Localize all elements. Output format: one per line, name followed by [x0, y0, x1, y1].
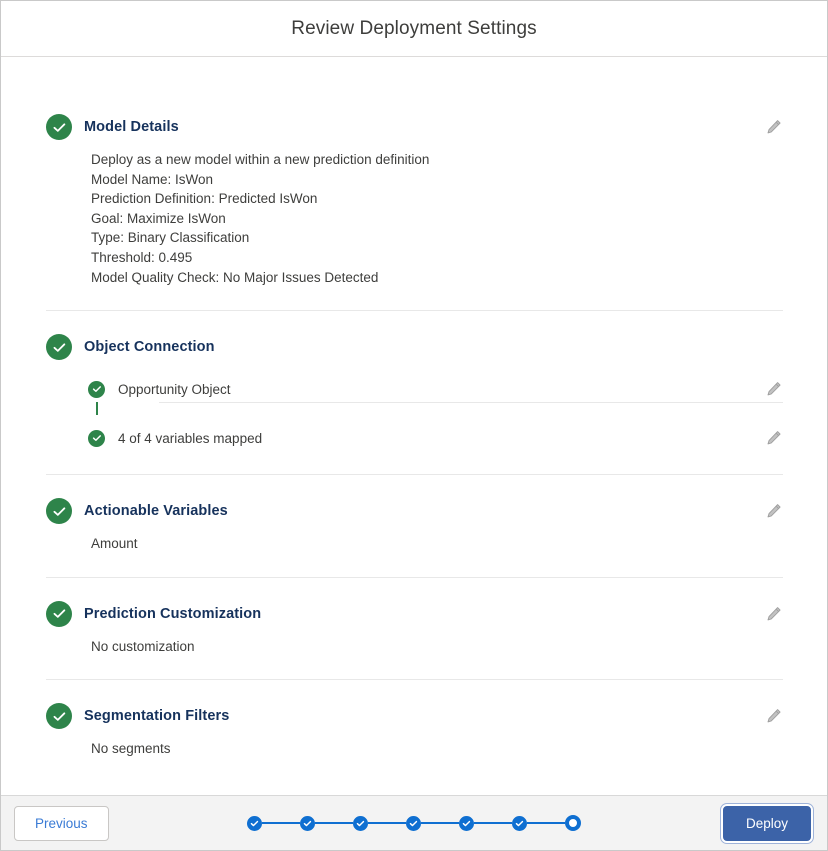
subitem-opportunity-object[interactable]: Opportunity Object — [88, 376, 783, 402]
wizard-stepper — [247, 815, 581, 831]
detail-line: Deploy as a new model within a new predi… — [91, 152, 430, 167]
section-header-object-connection: Object Connection — [46, 334, 783, 361]
detail-line: Model Quality Check: No Major Issues Det… — [91, 269, 379, 285]
subitem-variables-mapped[interactable]: 4 of 4 variables mapped — [88, 425, 783, 451]
pencil-icon[interactable] — [765, 118, 783, 136]
section-body-model-details: Deploy as a new model within a new predi… — [91, 150, 783, 287]
section-body-segmentation-filters: No segments — [91, 739, 783, 759]
pencil-icon[interactable] — [765, 429, 783, 447]
section-object-connection: Object Connection Opportunity Object 4 o… — [46, 310, 783, 474]
section-prediction-customization: Prediction Customization No customizatio… — [46, 576, 783, 680]
subitem-connector-row — [88, 402, 783, 425]
page-title: Review Deployment Settings — [291, 17, 537, 39]
pencil-icon[interactable] — [765, 380, 783, 398]
section-header-prediction-customization: Prediction Customization — [46, 600, 783, 627]
section-actionable-variables: Actionable Variables Amount — [46, 474, 783, 577]
detail-line: Threshold: 0.495 — [91, 249, 193, 265]
check-circle-icon — [46, 114, 72, 140]
step-connector — [421, 821, 459, 825]
pencil-icon[interactable] — [765, 502, 783, 520]
section-model-details: Model Details Deploy as a new model with… — [46, 114, 783, 310]
check-circle-icon — [46, 600, 72, 627]
footer-bar: Previous Deploy — [1, 795, 827, 850]
subitem-label: Opportunity Object — [118, 381, 231, 397]
section-body-prediction-customization: No customization — [91, 637, 783, 657]
detail-line: Amount — [91, 536, 138, 552]
step-indicator-5[interactable] — [459, 815, 474, 831]
step-indicator-6[interactable] — [512, 815, 527, 831]
section-title: Model Details — [84, 119, 179, 135]
detail-line: Prediction Definition: Predicted IsWon — [91, 191, 318, 207]
step-connector — [474, 821, 512, 825]
sections-list: Model Details Deploy as a new model with… — [46, 114, 783, 782]
subitem-label: 4 of 4 variables mapped — [118, 430, 263, 446]
section-header-actionable-variables: Actionable Variables — [46, 498, 783, 525]
detail-line: No customization — [91, 638, 195, 654]
step-connector — [368, 821, 406, 825]
detail-line: Goal: Maximize IsWon — [91, 210, 226, 226]
subitem-divider — [159, 402, 783, 404]
deploy-button[interactable]: Deploy — [722, 805, 811, 841]
vertical-connector-line — [96, 402, 98, 416]
step-indicator-2[interactable] — [300, 815, 315, 831]
detail-line: Model Name: IsWon — [91, 171, 214, 187]
detail-line: Type: Binary Classification — [91, 230, 250, 246]
section-title: Object Connection — [84, 339, 215, 356]
step-connector — [262, 821, 300, 825]
detail-line: No segments — [91, 741, 171, 757]
review-body: Model Details Deploy as a new model with… — [1, 57, 827, 795]
section-segmentation-filters: Segmentation Filters No segments — [46, 679, 783, 782]
section-title: Segmentation Filters — [84, 708, 230, 725]
section-header-model-details: Model Details — [46, 114, 783, 140]
window-header: Review Deployment Settings — [1, 1, 827, 57]
step-indicator-3[interactable] — [353, 815, 368, 831]
check-circle-icon — [46, 334, 72, 361]
previous-button[interactable]: Previous — [14, 805, 109, 841]
step-connector — [315, 821, 353, 825]
section-body-actionable-variables: Amount — [91, 534, 783, 554]
check-circle-icon — [88, 380, 105, 398]
section-title: Prediction Customization — [84, 605, 262, 622]
section-header-segmentation-filters: Segmentation Filters — [46, 703, 783, 730]
check-circle-icon — [46, 498, 72, 525]
section-title: Actionable Variables — [84, 503, 228, 520]
step-indicator-4[interactable] — [406, 815, 421, 831]
object-connection-subitems: Opportunity Object 4 of 4 variables mapp… — [88, 376, 783, 451]
pencil-icon[interactable] — [765, 605, 783, 623]
review-deployment-settings-window: Review Deployment Settings Model Details — [0, 0, 828, 851]
check-circle-icon — [46, 703, 72, 730]
step-indicator-1[interactable] — [247, 815, 262, 831]
step-indicator-7-current[interactable] — [565, 815, 581, 831]
check-circle-icon — [88, 429, 105, 447]
step-connector — [527, 821, 565, 825]
pencil-icon[interactable] — [765, 707, 783, 725]
